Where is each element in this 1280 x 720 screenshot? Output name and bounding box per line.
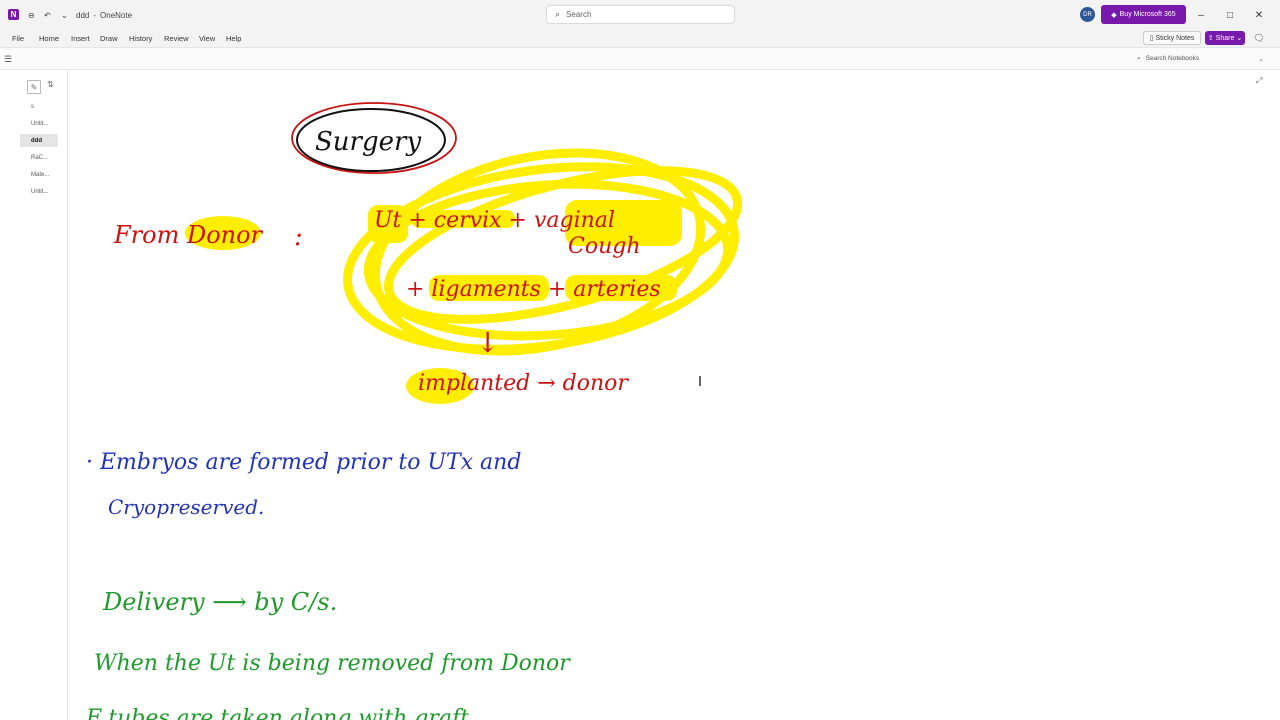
colon-mark: : <box>294 222 303 252</box>
page-item[interactable]: RaC... <box>20 151 58 164</box>
page-list: ✎ ⇅ s Untit... ddd RaC... Mate... Untit.… <box>15 70 68 720</box>
sticky-notes-button[interactable]: ▯ Sticky Notes <box>1143 31 1201 45</box>
implanted-line: implanted → donor <box>418 371 629 396</box>
window-title: ddd - OneNote <box>76 0 132 30</box>
menu-help[interactable]: Help <box>226 30 241 47</box>
chevron-down-icon[interactable]: ⌄ <box>1259 55 1264 63</box>
menu-bar: File Home Insert Draw History Review Vie… <box>0 30 1280 47</box>
search-placeholder: Search <box>566 10 592 19</box>
page-item[interactable]: Mate... <box>20 168 58 181</box>
menu-history[interactable]: History <box>129 30 152 47</box>
organs-line-1: Ut + cervix + vaginal <box>374 208 615 233</box>
undo-icon[interactable]: ↶ <box>44 0 51 30</box>
page-item[interactable]: Untit... <box>20 185 58 198</box>
note-canvas[interactable]: Surgery From Donor : Ut + cervix + vagin… <box>68 70 1280 720</box>
search-input[interactable]: ⌕ Search <box>546 5 735 24</box>
sticky-note-icon: ▯ <box>1149 35 1154 42</box>
highlight-strokes <box>343 148 743 356</box>
diamond-icon: ◆ <box>1111 11 1117 19</box>
page-item-active[interactable]: ddd <box>20 134 58 147</box>
search-notebooks-placeholder: Search Notebooks <box>1145 55 1200 62</box>
menu-review[interactable]: Review <box>164 30 189 47</box>
share-label: Share <box>1215 34 1235 42</box>
menu-file[interactable]: File <box>12 30 24 47</box>
down-arrow: ↓ <box>476 326 499 359</box>
avatar[interactable]: DR <box>1080 7 1095 22</box>
page-item[interactable]: Untit... <box>20 117 58 130</box>
menu-draw[interactable]: Draw <box>100 30 118 47</box>
hamburger-icon[interactable]: ☰ <box>4 54 12 65</box>
navigation-bar: ☰ <box>0 47 1280 70</box>
sticky-notes-label: Sticky Notes <box>1155 34 1195 42</box>
buy-microsoft-365-button[interactable]: ◆ Buy Microsoft 365 <box>1101 5 1186 24</box>
when-line: When the Ut is being removed from Donor <box>94 651 571 676</box>
delivery-line: Delivery ⟶ by C/s. <box>102 588 337 616</box>
title-separator: - <box>93 10 97 20</box>
menu-home[interactable]: Home <box>39 30 59 47</box>
sort-icon[interactable]: ⇅ <box>47 80 54 89</box>
title-bar: N ⊖ ↶ ⌄ ddd - OneNote ⌕ Search DR ◆ Buy … <box>0 0 1280 30</box>
share-button[interactable]: ⇪ Share ⌄ <box>1205 31 1245 45</box>
from-donor-label: From Donor <box>113 221 264 249</box>
menu-view[interactable]: View <box>199 30 215 47</box>
page-title: ddd <box>76 10 90 20</box>
chevron-down-icon: ⌄ <box>1236 35 1243 42</box>
organs-line-1b: Cough <box>568 234 641 259</box>
maximize-button[interactable]: □ <box>1215 0 1245 30</box>
app-name: OneNote <box>100 10 133 20</box>
share-icon: ⇪ <box>1207 35 1214 42</box>
taken-line: F tubes are taken along with graft <box>85 706 469 720</box>
menu-insert[interactable]: Insert <box>71 30 90 47</box>
embryos-line-2: Cryopreserved. <box>108 495 264 519</box>
chevron-down-icon[interactable]: ⌄ <box>61 0 68 30</box>
search-icon: ⌕ <box>555 9 561 19</box>
embryos-line-1: · Embryos are formed prior to UTx and <box>86 450 521 475</box>
add-page-icon[interactable]: ✎ <box>27 80 41 94</box>
feedback-icon[interactable]: 🗨 <box>1252 31 1266 45</box>
onenote-app-icon: N <box>8 9 19 20</box>
search-notebooks-input[interactable]: ⌕ Search Notebooks ⌄ <box>1133 51 1268 66</box>
minimize-button[interactable]: – <box>1186 0 1216 30</box>
text-cursor <box>699 376 701 386</box>
buy-label: Buy Microsoft 365 <box>1119 11 1176 18</box>
page-item[interactable]: s <box>20 100 58 113</box>
search-icon: ⌕ <box>1137 54 1141 62</box>
back-icon[interactable]: ⊖ <box>28 0 35 30</box>
heading-surgery: Surgery <box>315 127 421 157</box>
ink-layer: Surgery From Donor : Ut + cervix + vagin… <box>85 102 743 720</box>
close-button[interactable]: ✕ <box>1244 0 1274 30</box>
organs-line-2: + ligaments + arteries <box>406 277 661 302</box>
